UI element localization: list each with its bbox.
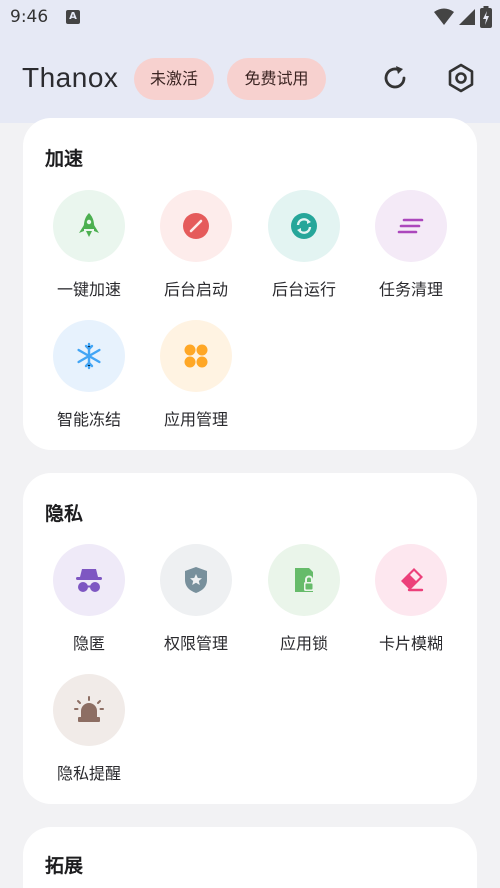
sync-icon [291,213,317,239]
tile-circle [53,320,125,392]
rocket-icon [79,213,99,237]
alarm-light-icon [74,696,104,722]
tile-circle [268,544,340,616]
status-bar: 9:46 A [0,0,500,34]
tile-one-key-boost[interactable]: 一键加速 [39,190,139,310]
tile-incognito[interactable]: 隐匿 [39,544,139,664]
refresh-button[interactable] [379,62,411,94]
tile-label: 隐匿 [72,634,105,653]
tile-label: 智能冻结 [56,410,121,429]
tile-label: 应用管理 [163,410,228,429]
incognito-icon [76,569,102,592]
extension-title: 拓展 [45,855,84,877]
boost-card: 加速 一键加速 后台启动 后台运行 任务清理 智能冻结 应用管理 [23,118,477,450]
tile-permission-manage[interactable]: 权限管理 [146,544,246,664]
notification-a-icon: A [66,10,80,24]
tile-circle [375,544,447,616]
tile-label: 一键加速 [56,280,121,299]
wifi-icon [434,8,454,25]
tile-circle [53,190,125,262]
free-trial-chip[interactable]: 免费试用 [227,58,326,100]
shield-star-icon [185,567,207,593]
tile-circle [53,674,125,746]
app-title: Thanox [22,62,119,93]
tile-circle [268,190,340,262]
settings-hexagon-icon [448,63,474,93]
tile-task-clean[interactable]: 任务清理 [361,190,461,310]
tile-label: 隐私提醒 [56,764,121,783]
tile-background-run[interactable]: 后台运行 [254,190,354,310]
status-icons [434,6,492,28]
privacy-card: 隐私 隐匿 权限管理 应用锁 卡片模糊 隐私提醒 [23,473,477,804]
tile-circle [160,544,232,616]
tile-label: 卡片模糊 [378,634,443,653]
boost-title: 加速 [45,148,84,170]
tile-label: 后台运行 [271,280,336,299]
tile-circle [53,544,125,616]
app-lock-icon [295,568,314,592]
block-icon [183,213,209,239]
tile-smart-freeze[interactable]: 智能冻结 [39,320,139,440]
tile-background-start[interactable]: 后台启动 [146,190,246,310]
tile-label: 后台启动 [163,280,228,299]
battery-icon [480,6,492,28]
clean-icon [397,218,424,234]
cellular-signal-icon [459,9,475,25]
tile-card-blur[interactable]: 卡片模糊 [361,544,461,664]
tile-circle [160,190,232,262]
extension-card: 拓展 [23,827,477,888]
tile-privacy-alert[interactable]: 隐私提醒 [39,674,139,794]
tile-app-lock[interactable]: 应用锁 [254,544,354,664]
tile-label: 任务清理 [378,280,443,299]
tile-app-manage[interactable]: 应用管理 [146,320,246,440]
settings-button[interactable] [445,62,477,94]
inactive-chip[interactable]: 未激活 [134,58,214,100]
top-header: 9:46 A Thanox 未激活 免费试用 [0,0,500,123]
eraser-icon [401,568,424,592]
apps-icon [184,344,208,368]
app-bar: Thanox 未激活 免费试用 [0,50,500,110]
privacy-title: 隐私 [45,503,84,525]
tile-circle [160,320,232,392]
snowflake-icon [77,342,101,370]
tile-label: 应用锁 [279,634,328,653]
tile-label: 权限管理 [163,634,228,653]
refresh-icon [384,66,406,89]
status-time: 9:46 [10,7,49,27]
tile-circle [375,190,447,262]
